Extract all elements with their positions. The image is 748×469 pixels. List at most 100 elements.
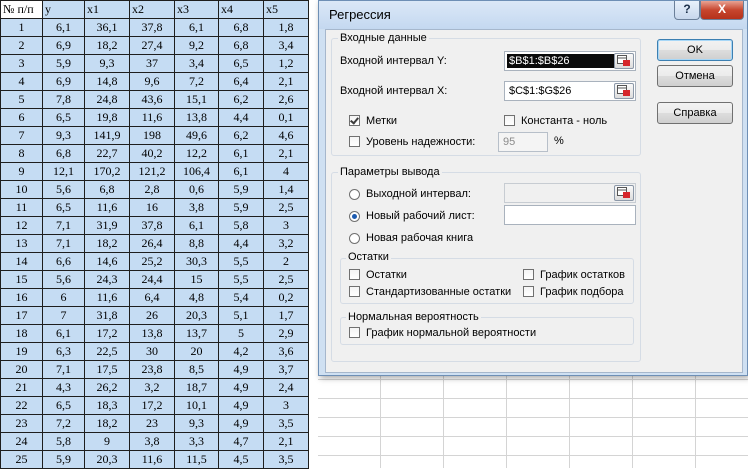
- cell-x2[interactable]: 24,4: [129, 270, 175, 289]
- cell-x4[interactable]: 6,2: [218, 90, 264, 109]
- cell-x4[interactable]: 6,1: [218, 144, 264, 163]
- cell-y[interactable]: 6: [42, 288, 85, 307]
- cell-x4[interactable]: 4,5: [218, 450, 264, 469]
- cell-x4[interactable]: 4,9: [218, 360, 264, 379]
- cell-index[interactable]: 9: [0, 162, 43, 181]
- cell-x5[interactable]: 4: [263, 162, 309, 181]
- y-range-value[interactable]: $B$1:$B$26: [507, 54, 615, 68]
- cell-x1[interactable]: 26,2: [84, 378, 130, 397]
- cell-x1[interactable]: 19,8: [84, 108, 130, 127]
- cell-index[interactable]: 2: [0, 36, 43, 55]
- cell-x5[interactable]: 1,2: [263, 54, 309, 73]
- cell-x4[interactable]: 4,7: [218, 432, 264, 451]
- cell-x3[interactable]: 3,4: [174, 54, 219, 73]
- x-range-value[interactable]: $C$1:$G$26: [507, 84, 615, 98]
- cell-x1[interactable]: 9: [84, 432, 130, 451]
- cell-x5[interactable]: 0,2: [263, 288, 309, 307]
- cell-x1[interactable]: 14,6: [84, 252, 130, 271]
- cell-x3[interactable]: 7,2: [174, 72, 219, 91]
- cell-y[interactable]: 6,5: [42, 198, 85, 217]
- cell-index[interactable]: 11: [0, 198, 43, 217]
- cell-x5[interactable]: 3,4: [263, 36, 309, 55]
- cell-y[interactable]: 7,2: [42, 414, 85, 433]
- cell-y[interactable]: 5,8: [42, 432, 85, 451]
- normal-probability-plot-checkbox[interactable]: [349, 327, 360, 338]
- cell-x5[interactable]: 2,1: [263, 432, 309, 451]
- residual-plot-checkbox[interactable]: [523, 269, 534, 280]
- cell-x3[interactable]: 15,1: [174, 90, 219, 109]
- cell-x5[interactable]: 2,9: [263, 324, 309, 343]
- cell-x4[interactable]: 4,4: [218, 108, 264, 127]
- cell-x1[interactable]: 18,2: [84, 36, 130, 55]
- cell-index[interactable]: 18: [0, 324, 43, 343]
- cell-x5[interactable]: 4,6: [263, 126, 309, 145]
- cell-y[interactable]: 7,1: [42, 360, 85, 379]
- cell-index[interactable]: 4: [0, 72, 43, 91]
- y-range-collapse-button[interactable]: [614, 53, 634, 69]
- cell-x4[interactable]: 5,9: [218, 198, 264, 217]
- cell-x5[interactable]: 3,6: [263, 342, 309, 361]
- cell-index[interactable]: 23: [0, 414, 43, 433]
- cell-x2[interactable]: 23,8: [129, 360, 175, 379]
- cell-index[interactable]: 3: [0, 54, 43, 73]
- cell-y[interactable]: 6,5: [42, 108, 85, 127]
- cell-x1[interactable]: 17,5: [84, 360, 130, 379]
- cell-x4[interactable]: 4,9: [218, 396, 264, 415]
- cell-x5[interactable]: 3: [263, 216, 309, 235]
- cell-x2[interactable]: 26,4: [129, 234, 175, 253]
- cell-y[interactable]: 5,9: [42, 450, 85, 469]
- header-cell-x1[interactable]: x1: [84, 0, 130, 19]
- cell-y[interactable]: 5,6: [42, 180, 85, 199]
- x-range-field[interactable]: $C$1:$G$26: [504, 81, 636, 101]
- cell-x2[interactable]: 9,6: [129, 72, 175, 91]
- cell-x5[interactable]: 3,5: [263, 414, 309, 433]
- header-cell-x3[interactable]: x3: [174, 0, 219, 19]
- y-range-field[interactable]: $B$1:$B$26: [504, 51, 636, 71]
- cell-y[interactable]: 6,5: [42, 396, 85, 415]
- cell-x4[interactable]: 5,5: [218, 270, 264, 289]
- cell-x2[interactable]: 6,4: [129, 288, 175, 307]
- cell-x1[interactable]: 6,8: [84, 180, 130, 199]
- fit-plot-label[interactable]: График подбора: [540, 285, 624, 299]
- cell-y[interactable]: 7: [42, 306, 85, 325]
- cell-y[interactable]: 6,1: [42, 18, 85, 37]
- normal-probability-plot-label[interactable]: График нормальной вероятности: [366, 326, 536, 340]
- cell-x3[interactable]: 20: [174, 342, 219, 361]
- labels-checkbox[interactable]: [349, 115, 360, 126]
- cell-x5[interactable]: 2,6: [263, 90, 309, 109]
- cell-y[interactable]: 7,8: [42, 90, 85, 109]
- cell-x1[interactable]: 24,8: [84, 90, 130, 109]
- cell-x5[interactable]: 3: [263, 396, 309, 415]
- cell-x3[interactable]: 6,1: [174, 18, 219, 37]
- header-cell-index[interactable]: № п/п: [0, 0, 43, 19]
- cell-x1[interactable]: 31,8: [84, 306, 130, 325]
- header-cell-x4[interactable]: x4: [218, 0, 264, 19]
- cell-x5[interactable]: 1,8: [263, 18, 309, 37]
- cell-x2[interactable]: 2,8: [129, 180, 175, 199]
- cell-x4[interactable]: 6,8: [218, 36, 264, 55]
- cell-x3[interactable]: 6,1: [174, 216, 219, 235]
- cell-x2[interactable]: 11,6: [129, 450, 175, 469]
- cell-index[interactable]: 13: [0, 234, 43, 253]
- output-range-field[interactable]: [504, 183, 636, 203]
- cell-x2[interactable]: 25,2: [129, 252, 175, 271]
- cell-x3[interactable]: 30,3: [174, 252, 219, 271]
- constant-zero-checkbox[interactable]: [504, 115, 515, 126]
- cell-x5[interactable]: 1,4: [263, 180, 309, 199]
- cell-x4[interactable]: 6,2: [218, 126, 264, 145]
- cell-x4[interactable]: 5,5: [218, 252, 264, 271]
- cell-x5[interactable]: 1,7: [263, 306, 309, 325]
- cell-x2[interactable]: 198: [129, 126, 175, 145]
- confidence-level-checkbox[interactable]: [349, 136, 360, 147]
- cell-x2[interactable]: 16: [129, 198, 175, 217]
- cell-x1[interactable]: 11,6: [84, 198, 130, 217]
- cell-x3[interactable]: 9,3: [174, 414, 219, 433]
- cell-x1[interactable]: 170,2: [84, 162, 130, 181]
- cell-x5[interactable]: 2: [263, 252, 309, 271]
- cell-x4[interactable]: 5,9: [218, 180, 264, 199]
- cell-x1[interactable]: 22,5: [84, 342, 130, 361]
- cell-x3[interactable]: 20,3: [174, 306, 219, 325]
- cell-y[interactable]: 6,9: [42, 36, 85, 55]
- cell-x3[interactable]: 4,8: [174, 288, 219, 307]
- cell-x3[interactable]: 106,4: [174, 162, 219, 181]
